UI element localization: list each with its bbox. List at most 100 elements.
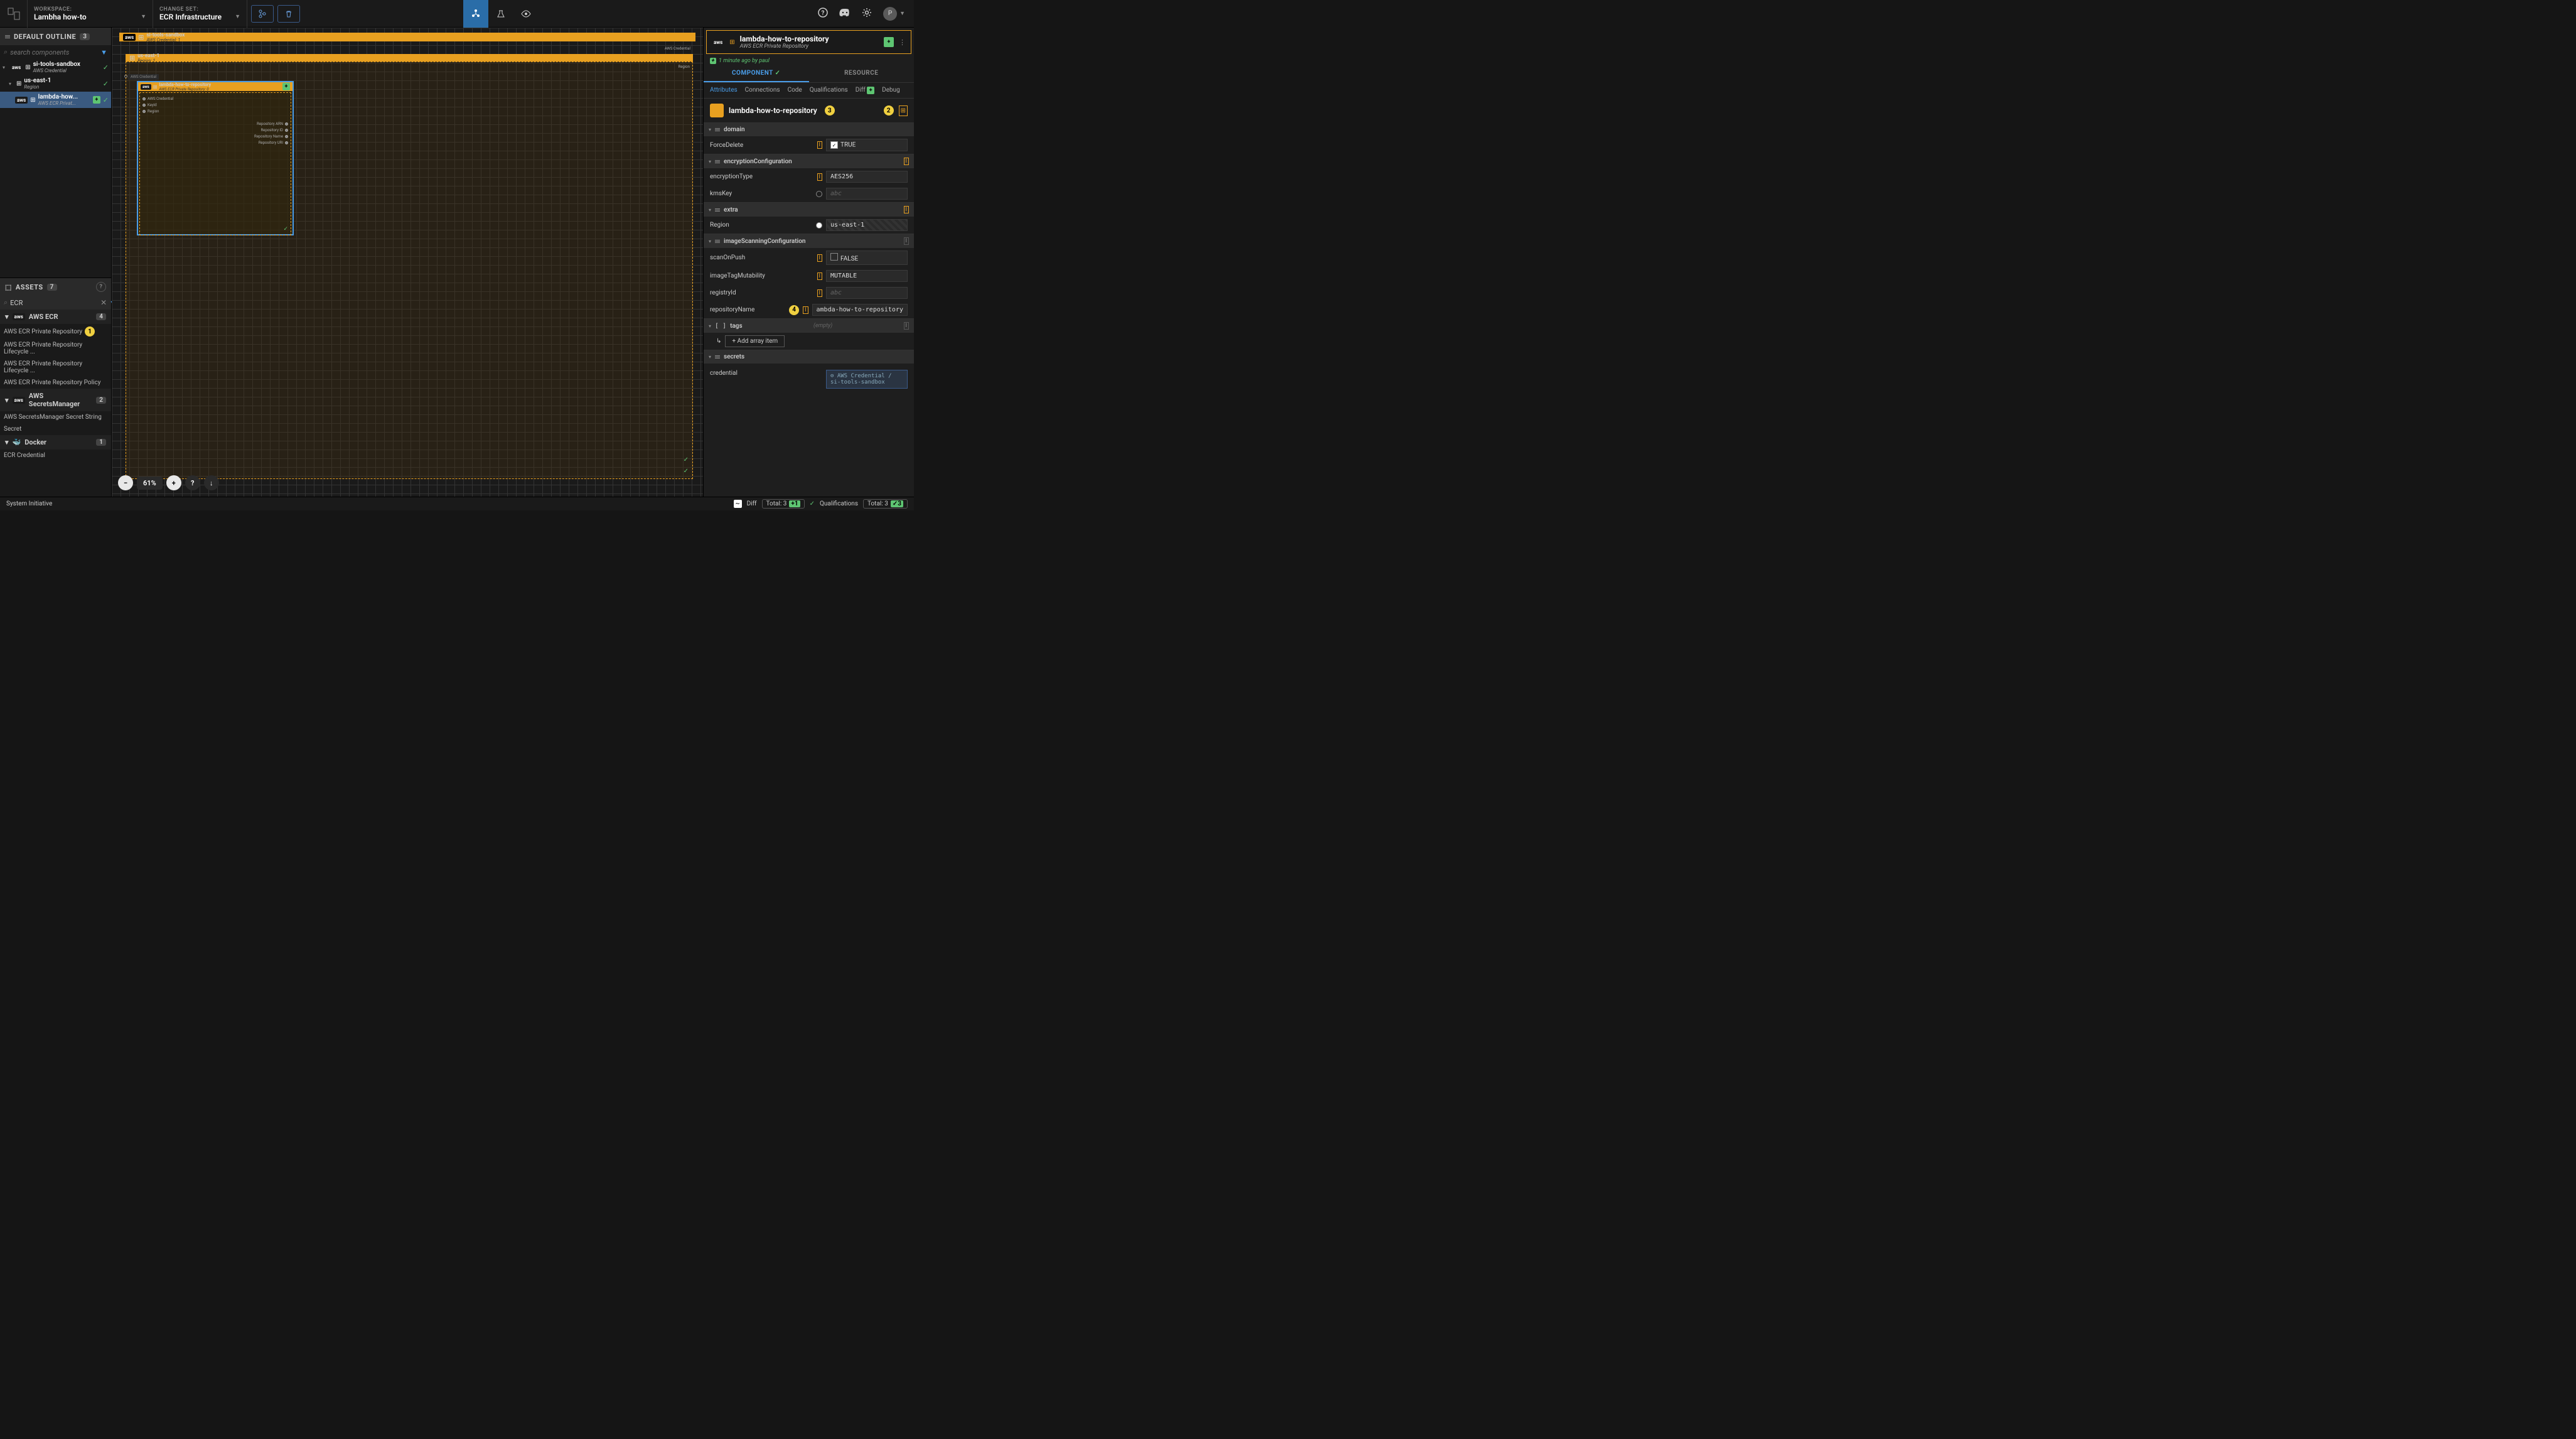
tree-item[interactable]: ▾aws⊞ si-tools-sandboxAWS Credential ✓ bbox=[0, 59, 111, 75]
delete-button[interactable] bbox=[277, 5, 300, 23]
asset-search-input[interactable] bbox=[10, 299, 98, 307]
attr-row: repositoryName4Iambda-how-to-repository bbox=[704, 301, 914, 318]
changeset-selector[interactable]: CHANGE SET: ECR Infrastructure▼ bbox=[153, 0, 247, 28]
avatar: P bbox=[883, 7, 897, 21]
footer: System Initiative ~ Diff Total: 3+1 ✓ Qu… bbox=[0, 497, 914, 510]
chevron-down-icon: ▼ bbox=[141, 13, 146, 20]
add-array-item-button[interactable]: + Add array item bbox=[725, 335, 785, 347]
attr-row: Regionus-east-1 bbox=[704, 217, 914, 234]
outline-search-input[interactable] bbox=[10, 48, 98, 57]
color-swatch[interactable] bbox=[710, 104, 724, 117]
help-icon[interactable]: ? bbox=[818, 8, 828, 20]
svg-text:?: ? bbox=[822, 10, 825, 17]
subtab-debug[interactable]: Debug bbox=[882, 87, 900, 94]
help-button[interactable]: ? bbox=[185, 475, 200, 490]
attr-row: imageTagMutabilityIMUTABLE bbox=[704, 267, 914, 284]
download-button[interactable]: ↓ bbox=[204, 475, 219, 490]
timestamp: +1 minute ago by paul bbox=[704, 57, 914, 65]
asset-group[interactable]: ▾awsAWS SecretsManager2 bbox=[0, 389, 111, 411]
awscred-label: AWS Credential bbox=[128, 74, 159, 80]
discord-icon[interactable] bbox=[839, 8, 851, 19]
search-icon: ⌕ bbox=[4, 298, 8, 307]
attr-tabs: Attributes Connections Code Qualificatio… bbox=[704, 83, 914, 99]
brand: System Initiative bbox=[6, 500, 52, 507]
asset-item[interactable]: Secret bbox=[0, 423, 111, 435]
workspace-selector[interactable]: WORKSPACE: Lambha how-to▼ bbox=[28, 0, 153, 28]
frame-inner[interactable]: aws⊞ lambda-how-to-repositoryAWS ECR Pri… bbox=[137, 81, 294, 235]
outline-tree: ▾aws⊞ si-tools-sandboxAWS Credential ✓ ▾… bbox=[0, 59, 111, 278]
diff-icon[interactable]: ~ bbox=[734, 500, 742, 508]
left-panel: DEFAULT OUTLINE 3 ⌕ ▼ ▾aws⊞ si-tools-san… bbox=[0, 28, 112, 497]
tab-component[interactable]: COMPONENT ✓ bbox=[704, 65, 809, 82]
group-encryption[interactable]: ▾encryptionConfigurationI bbox=[704, 154, 914, 168]
tab-view[interactable] bbox=[513, 0, 539, 28]
gear-icon[interactable] bbox=[862, 8, 872, 20]
check-icon: ✓ bbox=[103, 63, 109, 72]
attr-row: scanOnPushIFALSE bbox=[704, 248, 914, 267]
asset-item[interactable]: AWS ECR Private Repository1 bbox=[0, 324, 111, 339]
asset-group[interactable]: ▾🐳Docker1 bbox=[0, 435, 111, 450]
asset-group[interactable]: ▾awsAWS ECR4 bbox=[0, 310, 111, 324]
topbar: WORKSPACE: Lambha how-to▼ CHANGE SET: EC… bbox=[0, 0, 914, 28]
merge-button[interactable] bbox=[251, 5, 274, 23]
canvas[interactable]: aws⊞ si-tools-sandboxAWS Credential: 1 ⊞… bbox=[112, 28, 703, 497]
outline-search: ⌕ ▼ bbox=[0, 45, 111, 59]
attr-row: kmsKeyabc bbox=[704, 185, 914, 202]
list-icon bbox=[5, 35, 10, 38]
chevron-down-icon: ▼ bbox=[235, 13, 240, 20]
menu-icon[interactable]: ⋮ bbox=[899, 38, 906, 46]
asset-item[interactable]: AWS ECR Private Repository Policy bbox=[0, 377, 111, 389]
zoom-out-button[interactable]: − bbox=[118, 475, 133, 490]
subtab-diff[interactable]: Diff + bbox=[856, 87, 874, 94]
filter-icon[interactable]: ▼ bbox=[100, 48, 107, 57]
credential-value[interactable]: ⊖ AWS Credential / si-tools-sandbox bbox=[826, 370, 908, 389]
assets-panel: ⬚ ASSETS 7 ? ⌕ ✕ ▼ ▾awsAWS ECR4 AWS ECR … bbox=[0, 278, 111, 497]
cube-icon: ⬚ bbox=[5, 283, 12, 291]
asset-item[interactable]: AWS SecretsManager Secret String bbox=[0, 411, 111, 423]
attr-row: encryptionTypeIAES256 bbox=[704, 168, 914, 185]
view-tabs bbox=[463, 0, 539, 28]
frame-outer[interactable]: aws⊞ si-tools-sandboxAWS Credential: 1 bbox=[119, 33, 695, 41]
search-icon: ⌕ bbox=[4, 48, 8, 57]
attr-row: ForceDeleteI ✓TRUE bbox=[704, 136, 914, 154]
subtab-code[interactable]: Code bbox=[788, 87, 802, 94]
diff-total: Total: 3+1 bbox=[762, 499, 805, 509]
attr-credential: credential ⊖ AWS Credential / si-tools-s… bbox=[704, 364, 914, 391]
group-tags[interactable]: ▾[ ]tags(empty)I bbox=[704, 319, 914, 333]
tree-item-selected[interactable]: aws⊞ lambda-how...AWS ECR Privat... + ✓ bbox=[0, 92, 111, 108]
zoom-in-button[interactable]: + bbox=[166, 475, 181, 490]
plus-icon: + bbox=[93, 96, 100, 104]
group-scan[interactable]: ▾imageScanningConfigurationI bbox=[704, 234, 914, 248]
group-secrets[interactable]: ▾secrets bbox=[704, 350, 914, 364]
asset-item[interactable]: ECR Credential bbox=[0, 450, 111, 461]
group-extra[interactable]: ▾extraI bbox=[704, 203, 914, 217]
attr-row: ↳+ Add array item bbox=[704, 333, 914, 350]
tree-item[interactable]: ▾⊞ us-east-1Region ✓ bbox=[0, 75, 111, 92]
clear-icon[interactable]: ✕ bbox=[100, 298, 107, 307]
tab-model[interactable] bbox=[463, 0, 488, 28]
subtab-attributes[interactable]: Attributes bbox=[710, 87, 738, 94]
asset-item[interactable]: AWS ECR Private Repository Lifecycle ... bbox=[0, 358, 111, 377]
qual-total: Total: 3✓3 bbox=[863, 499, 908, 509]
tab-lab[interactable] bbox=[488, 0, 513, 28]
check-icon: ✓ bbox=[810, 500, 815, 507]
user-menu[interactable]: P▼ bbox=[883, 7, 905, 21]
right-panel: aws⊞ lambda-how-to-repositoryAWS ECR Pri… bbox=[703, 28, 914, 497]
docker-icon: 🐳 bbox=[13, 438, 21, 446]
frame-region[interactable]: ⊞ us-east-1Region: 1 AWS Credential bbox=[126, 54, 693, 62]
app-logo[interactable] bbox=[0, 0, 28, 28]
subtab-qualifications[interactable]: Qualifications bbox=[810, 87, 848, 94]
tab-resource[interactable]: RESOURCE bbox=[809, 65, 915, 82]
plus-icon[interactable]: + bbox=[884, 37, 894, 47]
zoom-controls: − 61% + ? ↓ bbox=[118, 475, 219, 490]
assets-header: ⬚ ASSETS 7 ? bbox=[0, 278, 111, 296]
asset-item[interactable]: AWS ECR Private Repository Lifecycle ... bbox=[0, 339, 111, 358]
check-icon: ✓ bbox=[103, 80, 109, 88]
attr-row: registryIdIabc bbox=[704, 284, 914, 301]
help-icon[interactable]: ? bbox=[96, 282, 106, 292]
frame-type-icon[interactable]: ⊞ bbox=[899, 105, 908, 116]
check-icon: ✓ bbox=[103, 96, 109, 104]
group-domain[interactable]: ▾domain bbox=[704, 123, 914, 136]
subtab-connections[interactable]: Connections bbox=[745, 87, 780, 94]
detail-tabs: COMPONENT ✓ RESOURCE bbox=[704, 65, 914, 83]
